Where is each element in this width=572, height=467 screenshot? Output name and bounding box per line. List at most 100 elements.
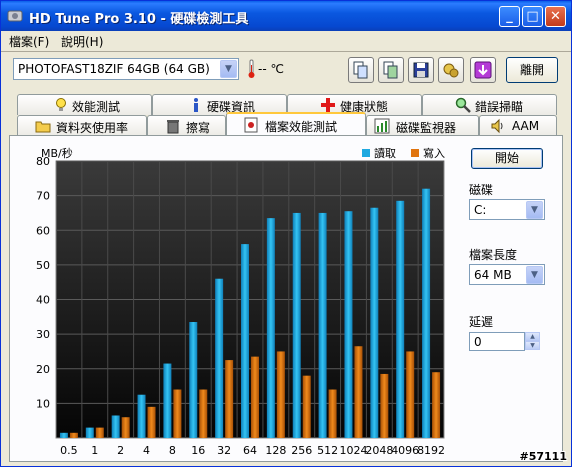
- file-benchmark-chart: MB/秒 讀取 寫入 10 20 30 40 50 60 70 80 0.5 1 2 4 8 16 32 6…: [21, 143, 457, 463]
- copy-info-icon: [353, 61, 368, 79]
- copy-screenshot-icon: [383, 61, 398, 79]
- read-bar: [318, 212, 327, 438]
- y-tick-label: 60: [36, 224, 50, 237]
- menu-file[interactable]: 檔案(F): [9, 33, 49, 50]
- disk-select-value: C:: [474, 203, 487, 217]
- folder-icon: [35, 121, 51, 133]
- delay-value: 0: [474, 335, 482, 349]
- y-tick-label: 20: [36, 363, 50, 376]
- x-tick-label: 512: [317, 444, 338, 457]
- copy-info-button[interactable]: [348, 57, 374, 83]
- window-title: HD Tune Pro 3.10 - 硬碟檢測工具: [29, 12, 249, 27]
- read-bar: [85, 427, 94, 438]
- copy-screenshot-button[interactable]: [378, 57, 404, 83]
- x-tick-label: 1: [91, 444, 98, 457]
- delay-spinner: ▲ ▼: [525, 332, 540, 351]
- x-tick-label: 32: [217, 444, 231, 457]
- write-bar: [95, 427, 104, 438]
- y-tick-label: 10: [36, 397, 50, 410]
- x-tick-label: 256: [291, 444, 312, 457]
- save-button[interactable]: [408, 57, 434, 83]
- chevron-down-icon[interactable]: ▼: [220, 60, 237, 78]
- drive-select[interactable]: PHOTOFAST18ZIF 64GB (64 GB) ▼: [13, 58, 239, 80]
- tab-strip: 效能測試 硬碟資訊 健康狀態 錯誤掃瞄 資料夾使用率 擦寫 檔案效能測試 磁碟監…: [1, 91, 571, 137]
- read-bar: [370, 207, 379, 438]
- delay-input[interactable]: 0: [469, 332, 525, 351]
- chevron-down-icon[interactable]: ▼: [526, 201, 543, 219]
- app-window: HD Tune Pro 3.10 - 硬碟檢測工具 _ □ ✕ 檔案(F) 說明…: [0, 0, 572, 467]
- read-bar: [189, 322, 198, 438]
- write-bar: [199, 389, 208, 438]
- x-tick-label: 8192: [417, 444, 445, 457]
- write-bar: [380, 373, 389, 438]
- bar-chart-icon: [374, 118, 390, 134]
- y-tick-label: 40: [36, 294, 50, 307]
- read-bar: [111, 415, 120, 438]
- lightbulb-icon: [56, 98, 66, 111]
- spin-up-button[interactable]: ▲: [525, 332, 540, 341]
- speaker-icon: [491, 118, 503, 134]
- spin-down-button[interactable]: ▼: [525, 341, 540, 350]
- download-icon: [474, 61, 492, 79]
- read-bar: [137, 394, 146, 438]
- file-length-label: 檔案長度: [469, 248, 518, 262]
- read-bar: [241, 244, 249, 438]
- x-tick-label: 64: [243, 444, 257, 457]
- x-tick-label: 8: [169, 444, 176, 457]
- read-bar: [215, 278, 224, 438]
- file-length-value: 64 MB: [474, 268, 512, 282]
- y-tick-label: 50: [36, 259, 50, 272]
- read-bar: [422, 188, 431, 438]
- options-button[interactable]: [438, 57, 464, 83]
- close-button[interactable]: ✕: [545, 6, 566, 27]
- x-tick-label: 128: [265, 444, 286, 457]
- y-tick-label: 30: [36, 328, 50, 341]
- x-tick-label: 4: [143, 444, 150, 457]
- disk-select[interactable]: C: ▼: [469, 199, 545, 220]
- trash-icon: [167, 120, 179, 134]
- tab-disk-monitor[interactable]: 磁碟監視器: [366, 115, 479, 136]
- chevron-down-icon[interactable]: ▼: [526, 266, 543, 284]
- write-bar: [276, 351, 285, 438]
- read-bar: [396, 200, 405, 438]
- exit-button[interactable]: 離開: [506, 57, 558, 83]
- menu-help[interactable]: 說明(H): [61, 33, 103, 50]
- tab-folder-usage[interactable]: 資料夾使用率: [17, 115, 147, 136]
- disk-label: 磁碟: [469, 183, 494, 197]
- tab-error-scan[interactable]: 錯誤掃瞄: [422, 94, 557, 115]
- tab-file-benchmark[interactable]: 檔案效能測試: [226, 112, 366, 136]
- start-button[interactable]: 開始: [471, 148, 543, 169]
- x-tick-label: 0.5: [60, 444, 78, 457]
- write-bar: [302, 375, 311, 438]
- magnifier-icon: [455, 97, 471, 113]
- write-bar: [251, 356, 259, 438]
- file-benchmark-icon: [244, 117, 258, 133]
- maximize-button[interactable]: □: [522, 6, 543, 27]
- legend-write-swatch: [411, 149, 419, 157]
- read-bar: [163, 363, 172, 438]
- tab-erase[interactable]: 擦寫: [147, 115, 226, 136]
- x-tick-label: 2: [117, 444, 124, 457]
- menu-divider: [1, 51, 571, 52]
- tab-benchmark[interactable]: 效能測試: [17, 94, 152, 115]
- write-bar: [406, 351, 415, 438]
- title-bar[interactable]: HD Tune Pro 3.10 - 硬碟檢測工具 _ □ ✕: [1, 1, 571, 31]
- tab-aam[interactable]: AAM: [479, 115, 557, 136]
- watermark: #57111: [519, 450, 568, 463]
- write-bar: [69, 432, 78, 438]
- x-tick-label: 16: [191, 444, 205, 457]
- thermometer-icon: [248, 59, 255, 78]
- read-bar: [266, 218, 275, 438]
- save-icon: [413, 62, 429, 78]
- write-bar: [328, 389, 337, 438]
- legend-read-label: 讀取: [374, 146, 396, 160]
- drive-select-value: PHOTOFAST18ZIF 64GB (64 GB): [18, 62, 210, 76]
- hdtune-app-icon: [7, 10, 23, 22]
- file-length-select[interactable]: 64 MB ▼: [469, 264, 545, 285]
- legend-write-label: 寫入: [423, 146, 445, 160]
- download-button[interactable]: [470, 57, 496, 83]
- read-bar: [292, 212, 301, 438]
- write-bar: [147, 406, 156, 438]
- minimize-button[interactable]: _: [499, 6, 520, 27]
- options-icon: [443, 63, 459, 78]
